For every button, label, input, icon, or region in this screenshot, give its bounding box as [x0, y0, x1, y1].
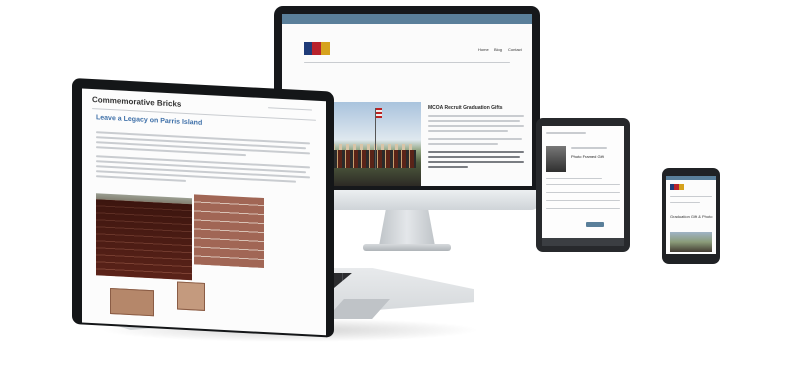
text-line [670, 196, 712, 197]
text-line [428, 125, 524, 127]
brick-sample-plaque [110, 287, 154, 317]
desktop-stand [379, 210, 435, 246]
tablet-bottom-bar [542, 238, 624, 246]
text-line [428, 120, 520, 122]
desktop-stand-base [363, 244, 451, 251]
site-logo[interactable] [304, 42, 330, 55]
phone-top-bar [666, 176, 716, 180]
header-divider [304, 62, 510, 63]
form-line [546, 192, 620, 193]
phone-photo [670, 232, 712, 252]
logo-stripe-gold [321, 42, 330, 55]
phone-screen: Graduation Gift & Photo [666, 176, 716, 254]
logo-stripe-red [312, 42, 321, 55]
section-title: Leave a Legacy on Parris Island [96, 114, 203, 127]
text-line [571, 147, 607, 149]
form-line [546, 208, 620, 209]
breadcrumb[interactable] [268, 107, 312, 111]
desktop-top-bar [282, 14, 532, 24]
text-line [670, 202, 700, 203]
page-heading: Commemorative Bricks [92, 95, 182, 109]
nav-link-blog[interactable]: Blog [494, 47, 502, 52]
nav-link-contact[interactable]: Contact [508, 47, 522, 52]
text-line [428, 138, 522, 140]
text-line [428, 143, 498, 145]
form-line [546, 200, 620, 201]
text-line [428, 130, 508, 132]
tablet-product-photo [546, 146, 566, 172]
laptop-lid: Commemorative Bricks Leave a Legacy on P… [72, 78, 342, 340]
tablet-screen: Photo Framed Gift [542, 126, 624, 238]
laptop-screen: Commemorative Bricks Leave a Legacy on P… [82, 88, 326, 336]
hero-title: MCOA Recruit Graduation Gifts [428, 105, 503, 111]
add-to-cart-button[interactable] [586, 222, 604, 227]
brick-sample-plaque-small [177, 281, 205, 311]
flag-icon [376, 108, 382, 118]
text-line [428, 115, 524, 117]
logo-stripe-navy [304, 42, 312, 55]
logo-stripe-gold [679, 184, 684, 190]
text-line [546, 178, 602, 179]
brick-walkway-photo [96, 199, 192, 281]
tablet-product-title: Photo Framed Gift [571, 154, 604, 159]
text-line-bold [428, 151, 524, 153]
text-line-bold [428, 166, 468, 168]
nav-link-home[interactable]: Home [478, 47, 489, 52]
form-line [546, 184, 620, 185]
text-line-bold [428, 161, 524, 163]
text-line-bold [428, 156, 520, 158]
engraved-bricks-photo [194, 194, 264, 269]
phone-product-title: Graduation Gift & Photo [670, 214, 713, 219]
text-line [546, 132, 586, 134]
phone-logo[interactable] [670, 184, 684, 190]
